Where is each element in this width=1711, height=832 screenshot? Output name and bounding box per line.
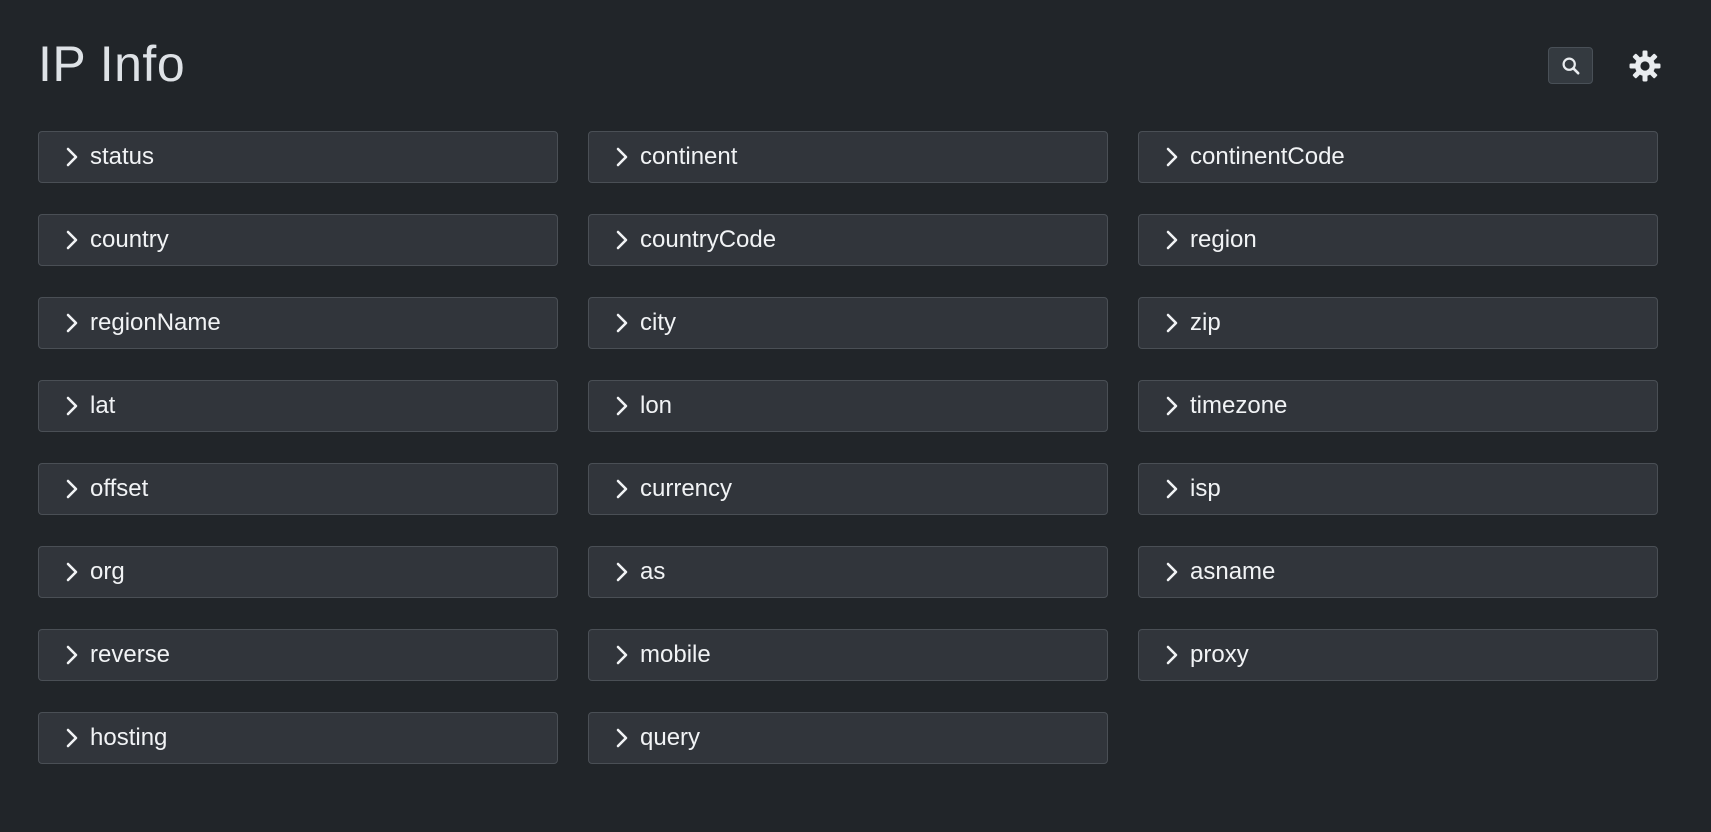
chevron-right-icon [64, 726, 80, 750]
field-item-org[interactable]: org [38, 546, 558, 598]
chevron-right-icon [614, 228, 630, 252]
field-label: isp [1190, 475, 1221, 502]
field-item-lat[interactable]: lat [38, 380, 558, 432]
field-label: country [90, 226, 169, 253]
field-label: asname [1190, 558, 1276, 585]
field-item-country[interactable]: country [38, 214, 558, 266]
field-label: continent [640, 143, 738, 170]
chevron-right-icon [614, 394, 630, 418]
field-label: timezone [1190, 392, 1288, 419]
chevron-right-icon [1164, 560, 1180, 584]
sun-icon [1628, 49, 1662, 83]
chevron-right-icon [64, 145, 80, 169]
field-label: offset [90, 475, 149, 502]
field-grid: status continent continentCode country count… [38, 131, 1658, 764]
search-button[interactable] [1548, 47, 1593, 84]
chevron-right-icon [1164, 643, 1180, 667]
field-item-as[interactable]: as [588, 546, 1108, 598]
field-item-query[interactable]: query [588, 712, 1108, 764]
header: IP Info [38, 0, 1661, 130]
chevron-right-icon [614, 145, 630, 169]
field-item-continentCode[interactable]: continentCode [1138, 131, 1658, 183]
field-item-offset[interactable]: offset [38, 463, 558, 515]
field-label: continentCode [1190, 143, 1345, 170]
chevron-right-icon [614, 726, 630, 750]
field-item-isp[interactable]: isp [1138, 463, 1658, 515]
chevron-right-icon [64, 228, 80, 252]
chevron-right-icon [64, 643, 80, 667]
field-label: mobile [640, 641, 711, 668]
field-item-lon[interactable]: lon [588, 380, 1108, 432]
chevron-right-icon [1164, 477, 1180, 501]
field-label: lat [90, 392, 116, 419]
chevron-right-icon [614, 643, 630, 667]
field-label: countryCode [640, 226, 777, 253]
field-item-asname[interactable]: asname [1138, 546, 1658, 598]
field-label: query [640, 724, 701, 751]
field-label: reverse [90, 641, 171, 668]
chevron-right-icon [1164, 228, 1180, 252]
search-icon [1561, 56, 1581, 76]
field-label: region [1190, 226, 1257, 253]
chevron-right-icon [64, 394, 80, 418]
field-label: as [640, 558, 666, 585]
chevron-right-icon [64, 311, 80, 335]
field-label: currency [640, 475, 733, 502]
field-label: org [90, 558, 125, 585]
field-item-timezone[interactable]: timezone [1138, 380, 1658, 432]
chevron-right-icon [1164, 311, 1180, 335]
field-item-continent[interactable]: continent [588, 131, 1108, 183]
field-label: city [640, 309, 676, 336]
field-item-reverse[interactable]: reverse [38, 629, 558, 681]
field-item-countryCode[interactable]: countryCode [588, 214, 1108, 266]
field-label: proxy [1190, 641, 1249, 668]
field-item-regionName[interactable]: regionName [38, 297, 558, 349]
field-label: lon [640, 392, 673, 419]
chevron-right-icon [1164, 394, 1180, 418]
field-item-proxy[interactable]: proxy [1138, 629, 1658, 681]
field-item-mobile[interactable]: mobile [588, 629, 1108, 681]
field-item-currency[interactable]: currency [588, 463, 1108, 515]
chevron-right-icon [614, 311, 630, 335]
field-label: status [90, 143, 155, 170]
page-title: IP Info [38, 36, 186, 92]
chevron-right-icon [64, 560, 80, 584]
chevron-right-icon [614, 560, 630, 584]
field-label: hosting [90, 724, 168, 751]
field-item-hosting[interactable]: hosting [38, 712, 558, 764]
field-item-region[interactable]: region [1138, 214, 1658, 266]
field-item-city[interactable]: city [588, 297, 1108, 349]
field-item-zip[interactable]: zip [1138, 297, 1658, 349]
field-label: regionName [90, 309, 221, 336]
field-item-status[interactable]: status [38, 131, 558, 183]
chevron-right-icon [614, 477, 630, 501]
chevron-right-icon [1164, 145, 1180, 169]
theme-toggle-button[interactable] [1623, 44, 1667, 88]
chevron-right-icon [64, 477, 80, 501]
field-label: zip [1190, 309, 1221, 336]
